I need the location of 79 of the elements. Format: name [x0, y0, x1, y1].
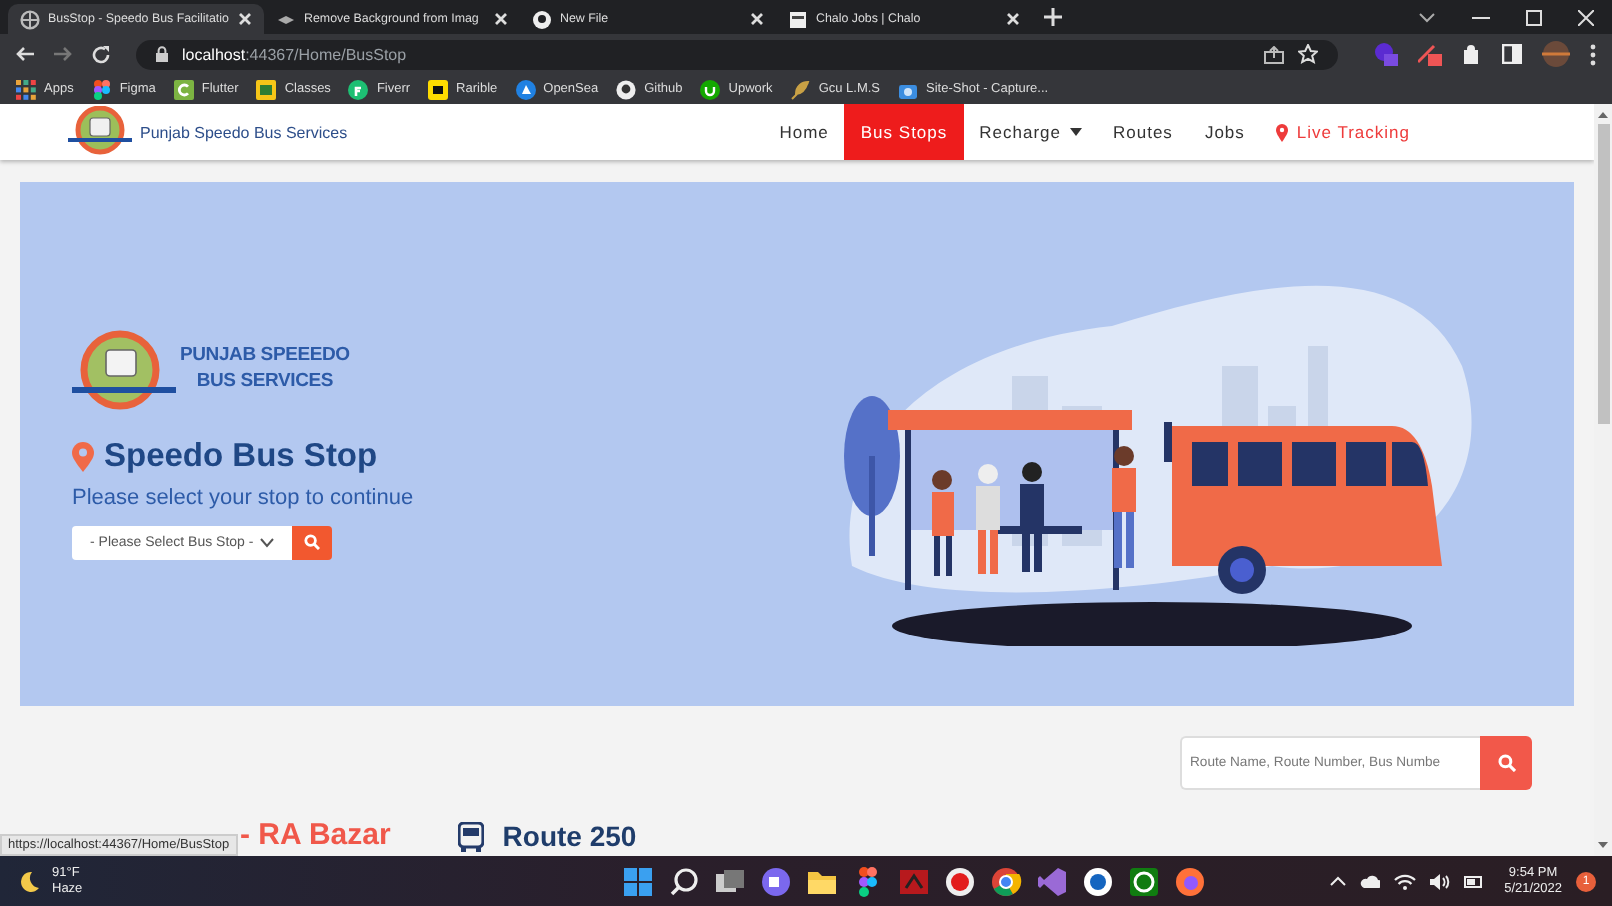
brand-name[interactable]: Punjab Speedo Bus Services	[140, 123, 348, 141]
square-c-icon	[173, 79, 194, 99]
speaker-icon[interactable]	[1430, 873, 1451, 889]
battery-icon[interactable]	[1464, 873, 1485, 889]
search-button[interactable]	[292, 525, 332, 559]
globe-icon	[20, 9, 40, 29]
map-pin-icon	[1276, 123, 1289, 141]
bus-logo-icon[interactable]	[68, 106, 132, 158]
close-icon[interactable]	[494, 12, 508, 26]
nav-link[interactable]: Jobs	[1188, 104, 1261, 160]
chevron-down-icon[interactable]	[1418, 11, 1436, 23]
quill-icon	[790, 79, 811, 99]
caret-down-icon	[1069, 128, 1081, 136]
chevron-down-icon	[259, 537, 274, 547]
close-icon[interactable]	[1578, 9, 1594, 25]
logo-text: BUS SERVICES	[196, 369, 333, 391]
scrollbar-thumb[interactable]	[1597, 124, 1609, 424]
route-heading: - RA Bazar	[240, 818, 391, 854]
nav-link[interactable]: Routes	[1097, 104, 1189, 160]
round-f-icon	[348, 79, 369, 99]
reload-icon[interactable]	[92, 45, 110, 63]
subtitle-text: Please select your stop to continue	[72, 485, 416, 509]
apps-grid-icon	[16, 79, 36, 99]
nav-link[interactable]: Bus Stops	[844, 104, 964, 160]
pen-extension-icon[interactable]	[1418, 42, 1442, 66]
address-bar[interactable]: localhost:44367/Home/BusStop	[136, 39, 1338, 69]
scroll-down-icon	[1598, 842, 1608, 848]
puzzle-icon[interactable]	[1462, 44, 1482, 64]
classroom-icon	[256, 79, 277, 99]
github-icon	[616, 79, 637, 99]
forward-arrow-icon[interactable]	[54, 46, 72, 62]
search-icon	[304, 534, 320, 550]
round-up-icon	[700, 79, 721, 99]
menu-icon[interactable]	[1590, 43, 1596, 65]
windows-start-icon[interactable]	[621, 865, 654, 897]
square-tile-icon	[428, 79, 449, 99]
close-icon[interactable]	[750, 12, 764, 26]
share-icon[interactable]	[1264, 45, 1284, 63]
logo-text: PUNJAB SPEEEDO	[180, 343, 350, 365]
cloud-icon[interactable]	[1360, 874, 1381, 888]
sidebar-icon[interactable]	[1502, 44, 1522, 64]
visual-studio-icon[interactable]	[1035, 865, 1068, 897]
arrow-tile-app-icon[interactable]	[897, 865, 930, 897]
task-view-icon[interactable]	[713, 865, 746, 897]
search-icon[interactable]	[667, 865, 700, 897]
nav-link[interactable]: Live Tracking	[1260, 104, 1426, 160]
chrome-icon[interactable]	[989, 865, 1022, 897]
back-arrow-icon[interactable]	[16, 46, 34, 62]
firefox-icon[interactable]	[1173, 865, 1206, 897]
maximize-icon[interactable]	[1526, 9, 1542, 25]
wifi-icon[interactable]	[1394, 873, 1417, 889]
round-app-icon[interactable]	[1081, 865, 1114, 897]
nav-link[interactable]: Recharge	[963, 104, 1097, 160]
search-icon	[1497, 754, 1515, 772]
profile-avatar-icon[interactable]	[1542, 40, 1570, 68]
figma-icon	[91, 79, 112, 99]
new-tab-icon[interactable]	[1044, 8, 1062, 26]
record-icon[interactable]	[943, 865, 976, 897]
route-name: Route 250	[502, 820, 637, 852]
search-button[interactable]	[1480, 736, 1532, 790]
url-text: localhost:44367/Home/BusStop	[182, 45, 407, 63]
camera-icon	[898, 79, 919, 99]
map-pin-icon	[72, 441, 94, 471]
page-title: Speedo Bus Stop	[104, 437, 378, 475]
star-icon[interactable]	[1298, 44, 1318, 64]
minimize-icon[interactable]	[1472, 15, 1490, 19]
nav-link[interactable]: Home	[763, 104, 845, 160]
close-icon[interactable]	[238, 12, 252, 26]
sailboat-icon	[515, 79, 536, 99]
close-icon[interactable]	[1006, 12, 1020, 26]
moon-icon	[16, 869, 40, 893]
xbox-icon[interactable]	[1127, 865, 1160, 897]
lock-icon	[156, 46, 168, 62]
chevron-up-icon[interactable]	[1330, 876, 1347, 886]
scroll-up-icon	[1598, 112, 1608, 118]
document-icon	[788, 9, 808, 29]
bus-icon	[458, 821, 485, 851]
video-chat-icon[interactable]	[759, 865, 792, 897]
github-icon	[532, 9, 552, 29]
